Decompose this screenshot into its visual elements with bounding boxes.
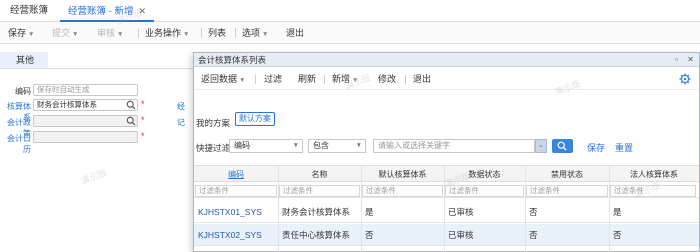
close-icon[interactable]: ✕ <box>685 54 696 65</box>
toolbar-divider <box>324 75 325 84</box>
column-divider <box>361 165 362 252</box>
cell-code[interactable]: KJHSTX01_SYS <box>194 201 278 223</box>
dialog-toolbar: 返回数据 ▼ 过滤 刷新 新增 ▼ 修改 退出 <box>194 68 699 90</box>
business-operations-button[interactable]: 业务操作 ▼ <box>145 22 189 44</box>
accounting-system-dialog: 会计核算体系列表 ▫ ✕ 返回数据 ▼ 过滤 刷新 新增 ▼ 修改 退出 我的方案 … <box>193 52 700 252</box>
column-header-name[interactable]: 名称 <box>278 166 361 183</box>
maximize-icon[interactable]: ▫ <box>671 54 682 65</box>
double-chevron-down-icon[interactable]: ⌄ <box>535 139 547 153</box>
edit-button[interactable]: 修改 <box>378 68 396 90</box>
filter-button[interactable]: 过滤 <box>264 68 282 90</box>
refresh-button[interactable]: 刷新 <box>298 68 316 90</box>
tab-other[interactable]: 其他 <box>0 52 48 68</box>
filter-operator-select[interactable]: 包含 ▼ <box>308 139 366 153</box>
column-header-default-system[interactable]: 默认核算体系 <box>361 166 444 183</box>
chevron-down-icon: ▼ <box>355 142 362 149</box>
cell-disabled-status: 否 <box>529 207 538 217</box>
toolbar-divider <box>138 28 139 38</box>
toolbar-divider <box>201 28 202 38</box>
chevron-down-icon: ▼ <box>239 77 246 84</box>
column-filter-input[interactable]: 过滤条件 <box>526 185 608 197</box>
field-label-partial: 记 <box>177 118 185 127</box>
column-header-disabled-status[interactable]: 禁用状态 <box>525 166 609 183</box>
field-label-partial: 经 <box>177 102 185 111</box>
exit-button[interactable]: 退出 <box>286 22 304 44</box>
return-data-button[interactable]: 返回数据 ▼ <box>201 68 245 90</box>
chevron-down-icon: ▼ <box>117 31 124 38</box>
cell-data-status: 已审核 <box>448 207 474 217</box>
cell-code[interactable]: KJHSTX02_SYS <box>194 224 278 246</box>
column-divider <box>609 165 610 252</box>
toolbar-divider <box>255 75 256 84</box>
search-icon[interactable] <box>126 116 136 126</box>
submit-button[interactable]: 提交 ▼ <box>52 22 78 44</box>
search-icon <box>557 141 567 151</box>
quick-filter-label: 快捷过滤 <box>196 143 231 153</box>
search-button[interactable] <box>552 139 573 153</box>
chevron-down-icon: ▼ <box>292 142 299 149</box>
required-mark: * <box>141 131 145 141</box>
toolbar-divider <box>405 75 406 84</box>
watermark: 演示版 <box>79 167 109 187</box>
column-filter-input[interactable]: 过滤条件 <box>279 185 360 197</box>
column-filter-input[interactable]: 过滤条件 <box>195 185 277 197</box>
column-divider <box>525 165 526 252</box>
field-label-accounting-calendar: 会计日历 <box>7 134 31 154</box>
tab-ledger[interactable]: 经营账簿 <box>2 0 56 22</box>
search-icon[interactable] <box>126 100 136 110</box>
field-label-code: 编码 <box>15 87 31 96</box>
dialog-titlebar[interactable]: 会计核算体系列表 ▫ ✕ <box>194 53 699 67</box>
keyword-input[interactable]: 请输入或选择关键字 <box>373 139 535 153</box>
cell-legal-system: 是 <box>613 207 622 217</box>
cell-legal-system: 否 <box>613 230 622 240</box>
tab-bar: 经营账簿 经营账簿 - 新增 ✕ <box>0 0 700 22</box>
table-row[interactable]: KJHSTX01_SYS 财务会计核算体系 是 已审核 否 是 <box>194 201 699 223</box>
cell-name: 责任中心核算体系 <box>282 230 351 240</box>
toolbar-divider <box>235 28 236 38</box>
required-mark: * <box>141 99 145 109</box>
default-scheme-button[interactable]: 默认方案 <box>235 112 275 126</box>
code-field[interactable]: 保存时自动生成 <box>33 84 138 96</box>
chevron-down-icon: ▼ <box>183 31 190 38</box>
accounting-system-field[interactable]: 财务会计核算体系 <box>33 99 138 111</box>
my-scheme-label: 我的方案 <box>196 118 231 128</box>
column-filter-input[interactable]: 过滤条件 <box>445 185 524 197</box>
chevron-down-icon: ▼ <box>28 31 35 38</box>
cell-name: 财务会计核算体系 <box>282 207 351 217</box>
gear-icon[interactable] <box>679 73 691 85</box>
chevron-down-icon: ▼ <box>262 31 269 38</box>
reset-button[interactable]: 重置 <box>615 141 633 154</box>
options-button[interactable]: 选项 ▼ <box>242 22 268 44</box>
accounting-policy-field[interactable] <box>33 115 138 127</box>
column-header-code[interactable]: 编码 <box>194 166 278 183</box>
cell-disabled-status: 否 <box>529 230 538 240</box>
chevron-down-icon: ▼ <box>72 31 79 38</box>
cell-default-system: 否 <box>365 230 374 240</box>
tab-label: 经营账簿 <box>10 5 49 16</box>
column-filter-input[interactable]: 过滤条件 <box>362 185 443 197</box>
filter-field-select[interactable]: 编码 ▼ <box>229 139 303 153</box>
divider <box>0 68 195 69</box>
required-mark: * <box>141 115 145 125</box>
accounting-calendar-field[interactable] <box>33 131 138 143</box>
table-row[interactable]: KJHSTX02_SYS 责任中心核算体系 否 已审核 否 否 <box>194 224 699 246</box>
save-scheme-button[interactable]: 保存 <box>587 141 605 154</box>
cell-data-status: 已审核 <box>448 230 474 240</box>
list-button[interactable]: 列表 <box>208 22 226 44</box>
column-divider <box>278 165 279 252</box>
cell-default-system: 是 <box>365 207 374 217</box>
main-toolbar: 保存 ▼ 提交 ▼ 审核 ▼ 业务操作 ▼ 列表 选项 ▼ 退出 <box>0 22 700 44</box>
exit-button[interactable]: 退出 <box>413 68 431 90</box>
dialog-title: 会计核算体系列表 <box>198 55 267 65</box>
save-button[interactable]: 保存 ▼ <box>8 22 34 44</box>
